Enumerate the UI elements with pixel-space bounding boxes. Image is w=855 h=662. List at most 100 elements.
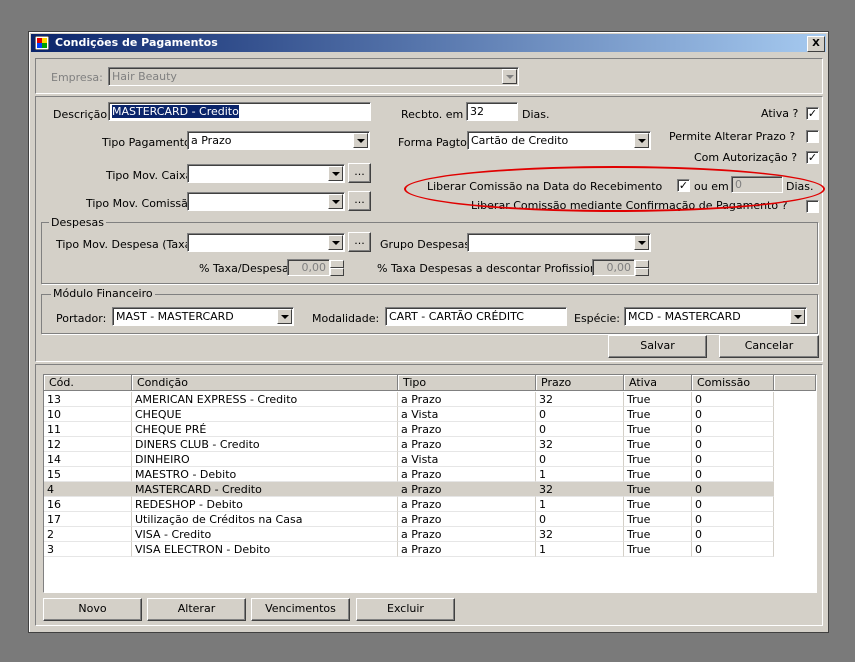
cell-condicao: VISA ELECTRON - Debito [132,542,398,557]
column-header-comissao[interactable]: Comissão [692,375,774,391]
highlight-annotation [404,166,825,212]
tipo-pagamento-select[interactable]: a Prazo [187,131,370,150]
portador-value: MAST - MASTERCARD [116,310,234,323]
chevron-down-icon[interactable] [328,235,343,250]
cell-prazo: 32 [536,527,624,542]
column-header-tipo[interactable]: Tipo [398,375,536,391]
title-bar[interactable]: Condições de Pagamentos X [31,34,826,52]
cell-ativa: True [624,392,692,407]
cell-prazo: 0 [536,422,624,437]
cell-cod: 12 [44,437,132,452]
dialog-window: Condições de Pagamentos X Empresa: Hair … [28,31,829,633]
cell-condicao: VISA - Credito [132,527,398,542]
tipo-mov-despesa-lookup-button[interactable]: ... [348,232,371,252]
taxa-despesa-label: % Taxa/Despesa: [199,262,293,275]
vencimentos-button[interactable]: Vencimentos [251,598,350,621]
cell-prazo: 1 [536,467,624,482]
cell-prazo: 1 [536,542,624,557]
alterar-button[interactable]: Alterar [147,598,246,621]
cell-tipo: a Prazo [398,422,536,437]
column-header-filler [774,375,816,391]
cell-tipo: a Prazo [398,437,536,452]
cell-tipo: a Prazo [398,527,536,542]
chevron-down-icon[interactable] [353,133,368,148]
cell-ativa: True [624,452,692,467]
tipo-mov-despesa-select[interactable] [187,233,345,252]
tipo-mov-caixa-select[interactable] [187,164,345,183]
tipo-mov-comissao-select[interactable] [187,192,345,211]
taxa-despesa-spinner[interactable] [330,260,344,276]
cell-tipo: a Prazo [398,392,536,407]
chevron-down-icon[interactable] [328,166,343,181]
chevron-down-icon[interactable] [328,194,343,209]
cell-prazo: 32 [536,482,624,497]
cell-prazo: 0 [536,407,624,422]
cell-cod: 10 [44,407,132,422]
chevron-down-icon[interactable] [634,133,649,148]
cell-comissao: 0 [692,422,774,437]
especie-select[interactable]: MCD - MASTERCARD [624,307,807,326]
permite-alterar-checkbox[interactable] [806,130,819,143]
tipo-mov-caixa-label: Tipo Mov. Caixa: [106,169,196,182]
cell-cod: 4 [44,482,132,497]
salvar-button[interactable]: Salvar [608,335,707,358]
app-icon [35,36,49,50]
cell-comissao: 0 [692,437,774,452]
empresa-label: Empresa: [51,71,103,84]
cell-cod: 15 [44,467,132,482]
cell-prazo: 32 [536,392,624,407]
arrow-up-icon[interactable] [635,260,649,268]
tipo-pagamento-label: Tipo Pagamento: [102,136,195,149]
modalidade-select[interactable]: CART - CARTÃO CRÉDITC [385,307,567,326]
descricao-input[interactable]: MASTERCARD - Credito [108,102,371,121]
grupo-despesas-label: Grupo Despesas: [380,238,474,251]
empresa-select: Hair Beauty [108,67,519,86]
cell-tipo: a Vista [398,452,536,467]
column-header-cod[interactable]: Cód. [44,375,132,391]
cell-condicao: Utilização de Créditos na Casa [132,512,398,527]
recbto-dias-label: Dias. [522,108,550,121]
column-header-condicao[interactable]: Condição [132,375,398,391]
taxa-prof-value: 0,00 [606,261,632,274]
cell-prazo: 0 [536,512,624,527]
cell-condicao: MAESTRO - Debito [132,467,398,482]
tipo-mov-caixa-lookup-button[interactable]: ... [348,163,371,183]
com-autorizacao-checkbox[interactable]: ✓ [806,151,819,164]
arrow-down-icon[interactable] [635,268,649,276]
cell-comissao: 0 [692,542,774,557]
chevron-down-icon[interactable] [277,309,292,324]
excluir-button[interactable]: Excluir [356,598,455,621]
portador-label: Portador: [56,312,107,325]
grupo-despesas-select[interactable] [467,233,651,252]
arrow-down-icon[interactable] [330,268,344,276]
cell-tipo: a Vista [398,407,536,422]
especie-label: Espécie: [574,312,621,325]
ativa-checkbox[interactable]: ✓ [806,107,819,120]
arrow-up-icon[interactable] [330,260,344,268]
column-header-prazo[interactable]: Prazo [536,375,624,391]
chevron-down-icon[interactable] [634,235,649,250]
liberar-confirm-checkbox[interactable] [806,200,819,213]
forma-pagto-value: Cartão de Credito [471,134,569,147]
forma-pagto-label: Forma Pagto.: [398,136,474,149]
tipo-mov-comissao-lookup-button[interactable]: ... [348,191,371,211]
cell-tipo: a Prazo [398,482,536,497]
conditions-grid[interactable]: Cód. Condição Tipo Prazo Ativa Comissão … [43,374,817,593]
empresa-value: Hair Beauty [112,70,177,83]
recbto-input[interactable]: 32 [466,102,518,121]
cell-condicao: CHEQUE [132,407,398,422]
taxa-prof-input: 0,00 [592,259,635,276]
forma-pagto-select[interactable]: Cartão de Credito [467,131,651,150]
cell-condicao: MASTERCARD - Credito [132,482,398,497]
especie-value: MCD - MASTERCARD [628,310,741,323]
portador-select[interactable]: MAST - MASTERCARD [112,307,294,326]
cancelar-button[interactable]: Cancelar [719,335,819,358]
chevron-down-icon [502,69,517,84]
taxa-prof-spinner[interactable] [635,260,649,276]
close-button[interactable]: X [807,36,825,52]
cell-tipo: a Prazo [398,497,536,512]
cell-comissao: 0 [692,467,774,482]
novo-button[interactable]: Novo [43,598,142,621]
column-header-ativa[interactable]: Ativa [624,375,692,391]
chevron-down-icon[interactable] [790,309,805,324]
